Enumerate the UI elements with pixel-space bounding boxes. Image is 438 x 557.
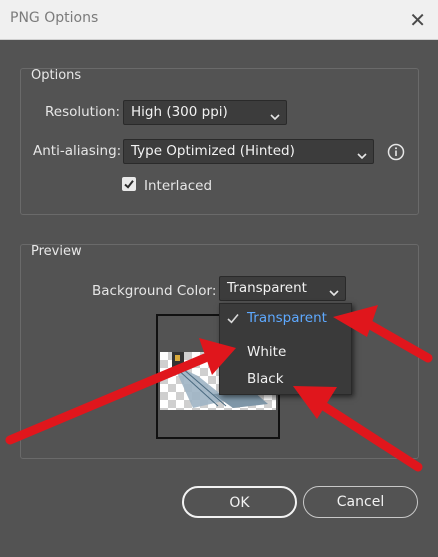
menu-item-label: White (247, 344, 287, 360)
chevron-down-icon (270, 109, 280, 125)
info-circle-icon[interactable] (387, 143, 405, 161)
antialias-dropdown[interactable]: Type Optimized (Hinted) (123, 139, 374, 164)
menu-item-label: Transparent (247, 310, 327, 326)
ok-button[interactable]: OK (182, 486, 297, 518)
antialias-value: Type Optimized (Hinted) (131, 143, 295, 159)
chevron-down-icon (329, 285, 339, 301)
antialias-label: Anti-aliasing: (33, 143, 122, 159)
checkmark-icon (124, 180, 134, 189)
cancel-button[interactable]: Cancel (303, 486, 418, 518)
resolution-value: High (300 ppi) (131, 104, 228, 120)
dialog-title: PNG Options (10, 10, 99, 26)
menu-item-transparent[interactable]: Transparent (220, 306, 351, 332)
title-bar: PNG Options ✕ (0, 0, 438, 40)
background-color-value: Transparent (227, 280, 307, 296)
close-icon[interactable]: ✕ (409, 8, 426, 32)
preview-group-title: Preview (31, 244, 82, 259)
resolution-dropdown[interactable]: High (300 ppi) (123, 100, 287, 125)
background-color-menu: Transparent White Black (219, 303, 352, 395)
background-color-dropdown[interactable]: Transparent (219, 276, 346, 301)
menu-item-white[interactable]: White (220, 340, 351, 366)
resolution-label: Resolution: (45, 104, 121, 120)
checkmark-icon (227, 312, 239, 328)
options-group-title: Options (31, 68, 82, 83)
menu-item-label: Black (247, 371, 284, 387)
interlaced-checkbox[interactable] (122, 177, 136, 191)
chevron-down-icon (357, 148, 367, 164)
interlaced-label: Interlaced (144, 178, 213, 194)
menu-item-black[interactable]: Black (220, 367, 351, 393)
background-color-label: Background Color: (92, 283, 217, 299)
